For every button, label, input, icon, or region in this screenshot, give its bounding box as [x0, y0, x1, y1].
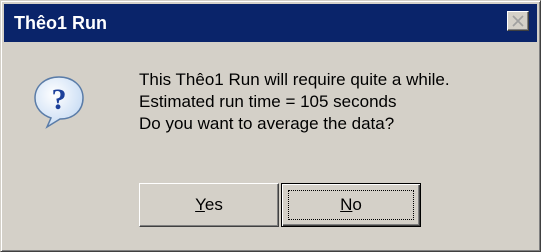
message-line: This Thêo1 Run will require quite a whil… — [139, 70, 450, 89]
svg-text:?: ? — [52, 83, 67, 116]
close-icon — [512, 15, 524, 27]
yes-mnemonic: Y — [195, 195, 205, 214]
yes-button[interactable]: Yes — [139, 183, 279, 227]
dialog-message: This Thêo1 Run will require quite a whil… — [139, 69, 450, 135]
no-label-rest: o — [352, 195, 362, 214]
close-button[interactable] — [507, 11, 529, 31]
no-mnemonic: N — [340, 195, 353, 214]
yes-label-rest: es — [204, 195, 223, 214]
yes-button-label: Yes — [195, 195, 223, 214]
no-button-label: No — [340, 195, 362, 214]
message-dialog: Thêo1 Run ? This Thêo1 Run will require … — [0, 0, 541, 252]
message-line: Estimated run time = 105 seconds — [139, 92, 397, 111]
no-button[interactable]: No — [281, 183, 421, 227]
title-bar[interactable]: Thêo1 Run — [4, 4, 537, 42]
message-line: Do you want to average the data? — [139, 114, 395, 133]
question-icon: ? — [34, 76, 84, 129]
window-title: Thêo1 Run — [14, 13, 107, 33]
